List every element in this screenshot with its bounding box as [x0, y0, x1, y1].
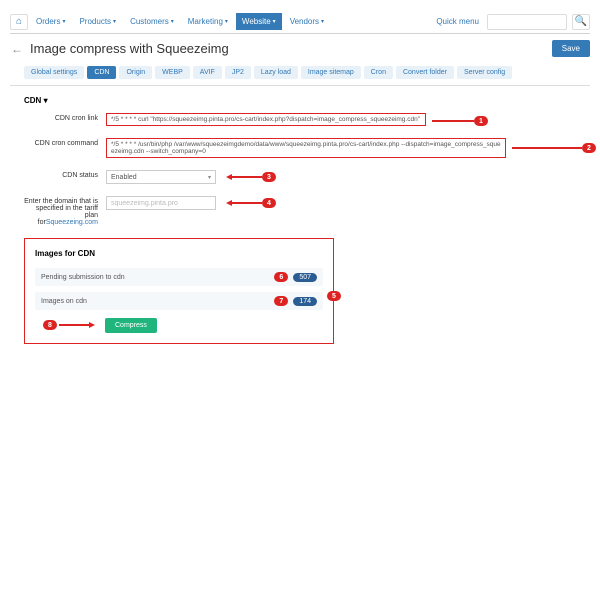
callout-7: 7	[274, 296, 288, 306]
callout-6: 6	[274, 272, 288, 282]
panel-images: Images for CDN Pending submission to cdn…	[24, 238, 334, 344]
home-icon[interactable]: ⌂	[10, 14, 28, 30]
tab-jp2[interactable]: JP2	[225, 66, 251, 79]
compress-button[interactable]: Compress	[105, 318, 157, 333]
field-croncmd: */5 * * * * /usr/bin/php /var/www/squeez…	[106, 138, 506, 158]
quick-menu[interactable]: Quick menu	[430, 17, 485, 26]
nav-vendors[interactable]: Vendors▾	[284, 13, 330, 30]
tab-sitemap[interactable]: Image sitemap	[301, 66, 361, 79]
tab-lazy[interactable]: Lazy load	[254, 66, 298, 79]
topnav: ⌂ Orders▾ Products▾ Customers▾ Marketing…	[10, 10, 590, 34]
label-domain: Enter the domain that is specified in th…	[24, 196, 106, 226]
tab-cdn[interactable]: CDN	[87, 66, 116, 79]
row-oncdn: Images on cdn 7 174	[35, 292, 323, 310]
callout-4: 4	[262, 198, 276, 208]
tab-origin[interactable]: Origin	[119, 66, 152, 79]
input-domain[interactable]	[106, 196, 216, 210]
label-cronlink: CDN cron link	[24, 113, 106, 122]
page-title: Image compress with Squeezeimg	[30, 41, 546, 56]
nav-website[interactable]: Website▾	[236, 13, 282, 30]
badge-oncdn: 174	[293, 297, 317, 306]
tab-server[interactable]: Server config	[457, 66, 512, 79]
field-cronlink: */5 * * * * curl "https://squeezeimg.pin…	[106, 113, 426, 126]
label-croncmd: CDN cron command	[24, 138, 106, 147]
nav-products[interactable]: Products▾	[73, 13, 122, 30]
nav-customers[interactable]: Customers▾	[124, 13, 180, 30]
search-icon[interactable]: 🔍	[572, 14, 590, 30]
callout-1: 1	[474, 116, 488, 126]
badge-pending: 507	[293, 273, 317, 282]
label-status: CDN status	[24, 170, 106, 179]
row-pending: Pending submission to cdn 6 507	[35, 268, 323, 286]
section-header[interactable]: CDN ▾	[24, 96, 590, 105]
search-input[interactable]	[487, 14, 567, 30]
callout-5: 5	[327, 291, 341, 301]
tab-convert[interactable]: Convert folder	[396, 66, 454, 79]
tabs: Global settings CDN Origin WEBP AVIF JP2…	[10, 63, 590, 86]
tab-webp[interactable]: WEBP	[155, 66, 190, 79]
select-status[interactable]: Enabled▾	[106, 170, 216, 184]
panel-title: Images for CDN	[35, 249, 323, 258]
callout-2: 2	[582, 143, 596, 153]
nav-orders[interactable]: Orders▾	[30, 13, 71, 30]
title-row: ← Image compress with Squeezeimg Save	[10, 34, 590, 63]
callout-3: 3	[262, 172, 276, 182]
tab-cron[interactable]: Cron	[364, 66, 393, 79]
back-icon[interactable]: ←	[10, 42, 24, 56]
tab-global[interactable]: Global settings	[24, 66, 84, 79]
callout-8: 8	[43, 320, 57, 330]
tab-avif[interactable]: AVIF	[193, 66, 222, 79]
save-button[interactable]: Save	[552, 40, 590, 57]
nav-marketing[interactable]: Marketing▾	[182, 13, 234, 30]
